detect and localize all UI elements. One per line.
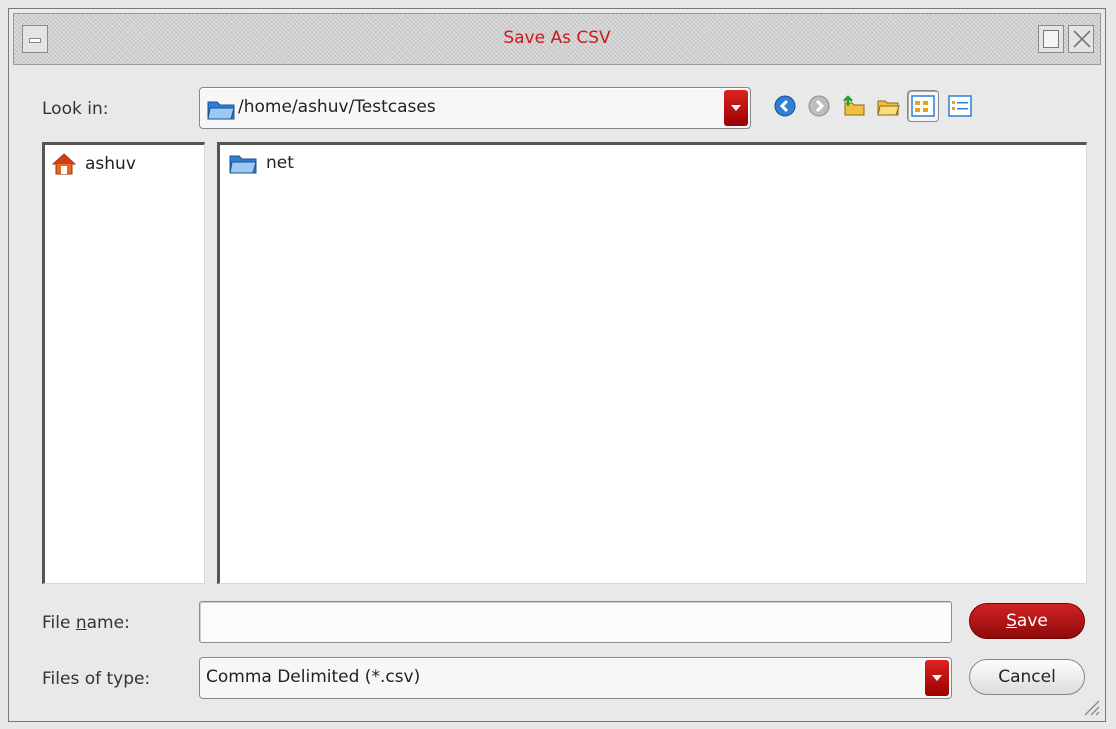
- list-view-button[interactable]: [907, 90, 939, 122]
- file-name-label: net: [266, 153, 294, 173]
- file-name-label: File name:: [42, 613, 130, 633]
- up-folder-icon: [843, 95, 865, 116]
- look-in-label: Look in:: [42, 99, 109, 119]
- detail-view-button[interactable]: [945, 92, 973, 120]
- file-type-combo[interactable]: Comma Delimited (*.csv): [199, 657, 952, 699]
- folder-icon: [229, 155, 257, 174]
- look-in-dropdown-arrow[interactable]: [724, 90, 748, 126]
- detail-view-icon: [948, 95, 972, 117]
- home-icon: [51, 153, 77, 175]
- close-icon: [1073, 30, 1091, 48]
- file-type-value: Comma Delimited (*.csv): [206, 667, 421, 687]
- maximize-button[interactable]: [1038, 25, 1064, 53]
- save-as-csv-dialog: Save As CSV Look in: /home/ashuv/Testcas…: [8, 8, 1106, 722]
- save-button[interactable]: Save: [969, 603, 1085, 639]
- sidebar-item-home[interactable]: ashuv: [51, 151, 136, 177]
- file-name-input[interactable]: [199, 601, 952, 643]
- new-folder-button[interactable]: [873, 92, 901, 120]
- title-bar[interactable]: Save As CSV: [13, 13, 1101, 65]
- window-title: Save As CSV: [503, 28, 611, 48]
- up-folder-button[interactable]: [839, 92, 867, 120]
- close-button[interactable]: [1068, 25, 1094, 53]
- forward-icon: [808, 95, 830, 117]
- file-list[interactable]: net: [217, 142, 1087, 584]
- list-view-icon: [911, 95, 935, 117]
- sidebar-item-label: ashuv: [85, 154, 136, 174]
- new-folder-icon: [877, 100, 900, 116]
- folder-icon: [207, 101, 235, 120]
- back-icon: [774, 95, 796, 117]
- list-item[interactable]: net: [228, 151, 294, 175]
- file-type-dropdown-arrow[interactable]: [925, 660, 949, 696]
- back-button[interactable]: [771, 92, 799, 120]
- look-in-combo[interactable]: /home/ashuv/Testcases: [199, 87, 751, 129]
- places-sidebar: ashuv: [42, 142, 205, 584]
- cancel-button[interactable]: Cancel: [969, 659, 1085, 695]
- files-of-type-label: Files of type:: [42, 669, 151, 689]
- resize-grip-icon[interactable]: [1079, 695, 1101, 717]
- forward-button[interactable]: [805, 92, 833, 120]
- look-in-path: /home/ashuv/Testcases: [238, 97, 436, 117]
